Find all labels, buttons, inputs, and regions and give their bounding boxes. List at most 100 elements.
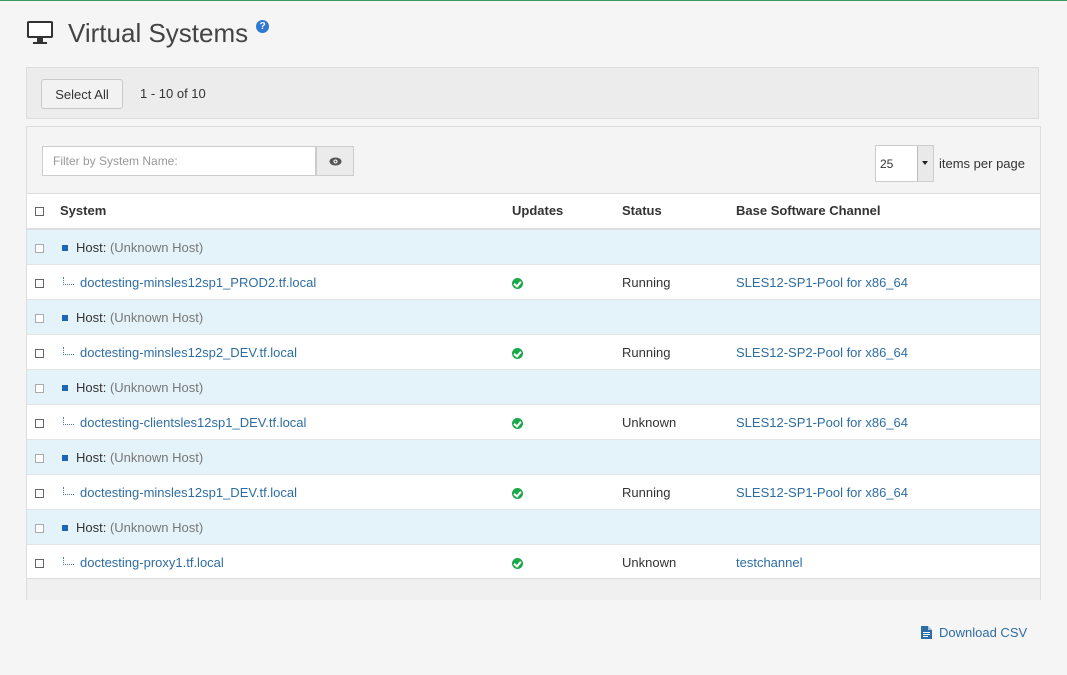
table-row: doctesting-proxy1.tf.local Unknown testcha…: [27, 544, 1040, 580]
table-row: doctesting-minsles12sp1_DEV.tf.local Runn…: [27, 474, 1040, 510]
host-checkbox-cell: [27, 509, 60, 545]
items-per-page-value: 25: [880, 157, 894, 171]
tree-connector-icon: [63, 277, 74, 286]
host-label: Host:: [76, 519, 107, 535]
tree-connector-icon: [63, 417, 74, 426]
host-checkbox[interactable]: [35, 313, 44, 323]
host-row: Host: (Unknown Host): [27, 509, 1040, 545]
host-label: Host:: [76, 449, 107, 465]
host-cell: Host: (Unknown Host): [60, 439, 1040, 475]
status-cell: Unknown: [622, 544, 736, 580]
system-checkbox-cell: [27, 474, 60, 510]
selection-toolbar: Select All 1 - 10 of 10: [26, 67, 1039, 119]
table-footer: [27, 578, 1040, 600]
host-checkbox[interactable]: [35, 243, 44, 253]
help-icon[interactable]: ?: [256, 19, 270, 33]
check-circle-icon: [512, 347, 523, 359]
host-name: (Unknown Host): [109, 379, 204, 395]
tree-connector-icon: [63, 557, 74, 566]
host-row: Host: (Unknown Host): [27, 439, 1040, 475]
table-row: doctesting-minsles12sp2_DEV.tf.local Runn…: [27, 334, 1040, 370]
host-name: (Unknown Host): [109, 449, 204, 465]
host-label: Host:: [76, 379, 107, 395]
host-row: Host: (Unknown Host): [27, 229, 1040, 265]
select-all-checkbox-cell: [27, 193, 60, 230]
host-label: Host:: [76, 239, 107, 255]
file-icon: [921, 626, 932, 639]
updates-cell: [512, 544, 622, 580]
host-bullet-icon: [62, 315, 68, 322]
systems-list-panel: Filter by System Name: 25 items per page…: [26, 126, 1041, 600]
system-link[interactable]: doctesting-minsles12sp1_PROD2.tf.local: [80, 275, 316, 290]
select-all-button[interactable]: Select All: [41, 79, 123, 109]
table-header-row: System Updates Status Base Software Chan…: [27, 193, 1040, 230]
system-cell: doctesting-clientsles12sp1_DEV.tf.local: [60, 404, 512, 440]
channel-cell: SLES12-SP1-Pool for x86_64: [736, 474, 1040, 510]
tree-connector-icon: [63, 347, 74, 356]
table-row: doctesting-minsles12sp1_PROD2.tf.local Ru…: [27, 264, 1040, 300]
column-header-status[interactable]: Status: [622, 193, 736, 230]
system-link[interactable]: doctesting-proxy1.tf.local: [80, 555, 224, 570]
host-checkbox[interactable]: [35, 453, 44, 463]
monitor-icon: [27, 21, 53, 44]
channel-cell: testchannel: [736, 544, 1040, 580]
system-checkbox-cell: [27, 264, 60, 300]
download-csv-label: Download CSV: [939, 625, 1028, 640]
host-row: Host: (Unknown Host): [27, 369, 1040, 405]
status-cell: Running: [622, 474, 736, 510]
system-checkbox[interactable]: [35, 558, 44, 568]
system-link[interactable]: doctesting-minsles12sp1_DEV.tf.local: [80, 485, 297, 500]
channel-link[interactable]: SLES12-SP1-Pool for x86_64: [736, 415, 908, 430]
check-circle-icon: [512, 417, 523, 429]
download-csv-link[interactable]: Download CSV: [921, 625, 1027, 640]
host-cell: Host: (Unknown Host): [60, 369, 1040, 405]
status-cell: Unknown: [622, 404, 736, 440]
channel-link[interactable]: SLES12-SP1-Pool for x86_64: [736, 275, 908, 290]
filter-system-name-input[interactable]: Filter by System Name:: [42, 146, 316, 176]
system-cell: doctesting-proxy1.tf.local: [60, 544, 512, 580]
filter-apply-button[interactable]: [316, 146, 354, 176]
tree-connector-icon: [63, 487, 74, 496]
system-link[interactable]: doctesting-clientsles12sp1_DEV.tf.local: [80, 415, 306, 430]
column-header-system[interactable]: System: [60, 193, 512, 230]
host-checkbox[interactable]: [35, 523, 44, 533]
host-checkbox-cell: [27, 369, 60, 405]
channel-link[interactable]: SLES12-SP1-Pool for x86_64: [736, 485, 908, 500]
column-header-channel[interactable]: Base Software Channel: [736, 193, 1040, 230]
item-count: 1 - 10 of 10: [140, 86, 206, 101]
channel-link[interactable]: SLES12-SP2-Pool for x86_64: [736, 345, 908, 360]
table-row: doctesting-clientsles12sp1_DEV.tf.local U…: [27, 404, 1040, 440]
channel-link[interactable]: testchannel: [736, 555, 803, 570]
updates-cell: [512, 334, 622, 370]
system-checkbox[interactable]: [35, 278, 44, 288]
host-cell: Host: (Unknown Host): [60, 229, 1040, 265]
host-bullet-icon: [62, 385, 68, 392]
system-checkbox[interactable]: [35, 418, 44, 428]
host-bullet-icon: [62, 455, 68, 462]
items-per-page-select[interactable]: 25: [875, 145, 934, 182]
system-checkbox[interactable]: [35, 348, 44, 358]
items-per-page-label: items per page: [939, 156, 1025, 171]
system-checkbox[interactable]: [35, 488, 44, 498]
host-label: Host:: [76, 309, 107, 325]
select-all-checkbox[interactable]: [35, 207, 44, 217]
chevron-down-icon: [917, 146, 933, 181]
system-checkbox-cell: [27, 544, 60, 580]
host-cell: Host: (Unknown Host): [60, 299, 1040, 335]
host-row: Host: (Unknown Host): [27, 299, 1040, 335]
eye-icon: [329, 157, 341, 165]
host-checkbox-cell: [27, 439, 60, 475]
column-header-updates[interactable]: Updates: [512, 193, 622, 230]
updates-cell: [512, 264, 622, 300]
updates-cell: [512, 404, 622, 440]
updates-cell: [512, 474, 622, 510]
host-checkbox[interactable]: [35, 383, 44, 393]
check-circle-icon: [512, 487, 523, 499]
channel-cell: SLES12-SP2-Pool for x86_64: [736, 334, 1040, 370]
page-title: Virtual Systems: [68, 17, 249, 48]
host-name: (Unknown Host): [109, 309, 204, 325]
system-checkbox-cell: [27, 334, 60, 370]
system-link[interactable]: doctesting-minsles12sp2_DEV.tf.local: [80, 345, 297, 360]
channel-cell: SLES12-SP1-Pool for x86_64: [736, 404, 1040, 440]
host-cell: Host: (Unknown Host): [60, 509, 1040, 545]
